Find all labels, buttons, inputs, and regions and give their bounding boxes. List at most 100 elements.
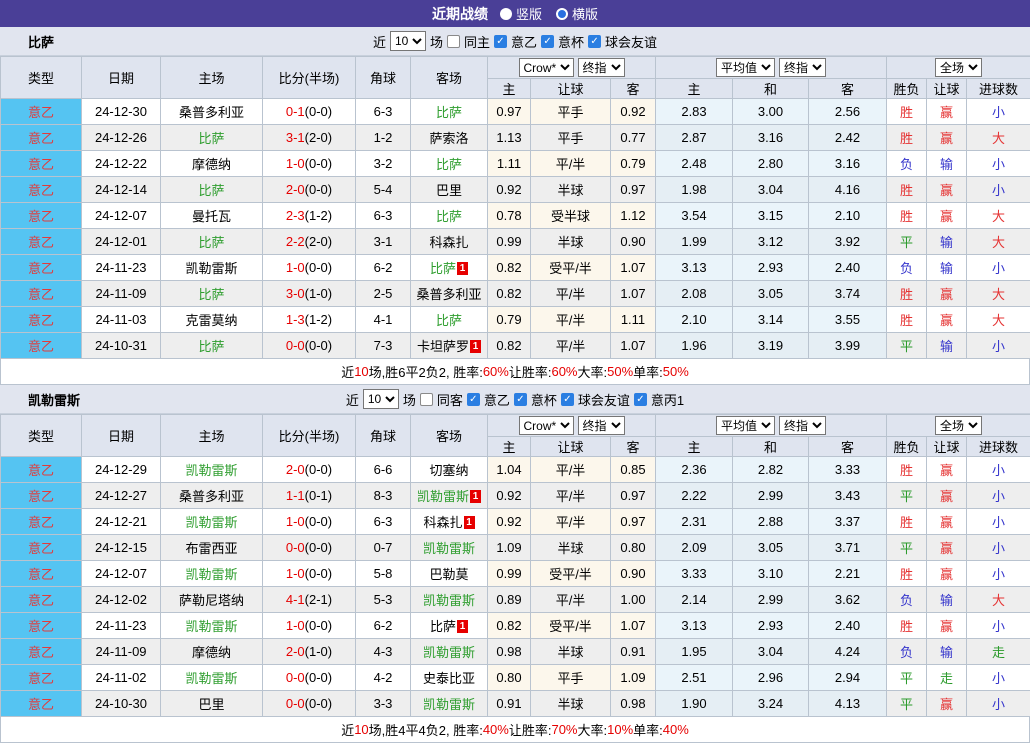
result-goals-cell: 小 (967, 255, 1030, 281)
league-type-cell: 意乙 (1, 457, 82, 483)
score-cell: 2-2(2-0) (263, 229, 356, 255)
away-team-cell: 巴勒莫 (411, 561, 488, 587)
away-team-cell: 科森扎 (411, 229, 488, 255)
avg-draw-odds-cell: 3.05 (733, 535, 809, 561)
matches-count-select[interactable]: 10 (390, 31, 426, 51)
summary-segment: 让胜率: (509, 362, 552, 381)
recent-matches-table: 类型日期主场比分(半场)角球客场Crow*终指平均值终指全场主让球客主和客胜负让… (0, 414, 1030, 717)
odds-time-select[interactable]: 终指 (578, 416, 625, 435)
avg-home-odds-cell: 3.54 (656, 203, 733, 229)
league-type-cell: 意乙 (1, 535, 82, 561)
result-wdl-cell: 负 (887, 255, 927, 281)
away-team-cell: 比萨1 (411, 613, 488, 639)
league-checkbox-2[interactable]: ✓ (561, 393, 574, 406)
scope-select[interactable]: 全场 (935, 416, 982, 435)
home-team-name: 克雷莫纳 (185, 313, 237, 328)
odds-selects-header: Crow*终指 (488, 415, 656, 437)
avg-away-odds-cell: 2.10 (809, 203, 887, 229)
same-venue-checkbox[interactable] (420, 393, 433, 406)
corner-cell: 4-3 (356, 639, 411, 665)
handicap-home-odds-cell: 0.78 (488, 203, 531, 229)
match-row: 意乙24-11-23凯勒雷斯1-0(0-0)6-2比萨10.82受平/半1.07… (1, 613, 1030, 639)
result-wdl-cell: 胜 (887, 457, 927, 483)
avg-home-odds-cell: 3.13 (656, 255, 733, 281)
sub-header-0: 主 (488, 437, 531, 457)
away-team-name: 切塞纳 (429, 463, 468, 478)
avg-source-select[interactable]: 平均值 (716, 416, 775, 435)
handicap-line-cell: 受平/半 (531, 561, 611, 587)
score-cell: 3-1(2-0) (263, 125, 356, 151)
sub-header-3: 主 (656, 437, 733, 457)
away-team-name: 巴里 (436, 183, 462, 198)
bookmaker-select[interactable]: Crow* (519, 416, 574, 435)
avg-away-odds-cell: 3.74 (809, 281, 887, 307)
score-cell: 0-0(0-0) (263, 691, 356, 717)
bookmaker-select[interactable]: Crow* (519, 58, 574, 77)
result-wdl-cell: 胜 (887, 203, 927, 229)
halftime-score: (0-0) (305, 696, 332, 711)
avg-draw-odds-cell: 3.12 (733, 229, 809, 255)
result-goals-cell: 小 (967, 509, 1030, 535)
league-checkbox-1[interactable]: ✓ (514, 393, 527, 406)
fulltime-score: 1-0 (286, 618, 305, 633)
summary-stats: 近10场,胜6平2负2, 胜率:60% 让胜率:60% 大率:50% 单率:50… (0, 359, 1030, 385)
odds-time-select[interactable]: 终指 (578, 58, 625, 77)
radio-horizontal-layout[interactable]: 横版 (556, 4, 598, 23)
league-checkbox-0[interactable]: ✓ (467, 393, 480, 406)
avg-selects-header: 平均值终指 (656, 57, 887, 79)
handicap-away-odds-cell: 1.00 (611, 587, 656, 613)
handicap-home-odds-cell: 0.99 (488, 229, 531, 255)
result-handicap-cell: 输 (927, 229, 967, 255)
sub-header-5: 客 (809, 437, 887, 457)
handicap-away-odds-cell: 0.97 (611, 483, 656, 509)
filter-controls: 近10场同主✓意乙✓意杯✓球会友谊 (373, 31, 657, 51)
score-cell: 2-0(1-0) (263, 639, 356, 665)
home-team-cell: 摩德纳 (161, 151, 263, 177)
matches-count-select[interactable]: 10 (363, 389, 399, 409)
handicap-away-odds-cell: 0.77 (611, 125, 656, 151)
handicap-home-odds-cell: 0.98 (488, 639, 531, 665)
home-team-cell: 凯勒雷斯 (161, 665, 263, 691)
score-cell: 4-1(2-1) (263, 587, 356, 613)
halftime-score: (0-1) (305, 488, 332, 503)
same-venue-checkbox[interactable] (447, 35, 460, 48)
league-checkbox-3[interactable]: ✓ (634, 393, 647, 406)
handicap-away-odds-cell: 1.07 (611, 333, 656, 359)
halftime-score: (0-0) (305, 514, 332, 529)
result-goals-cell: 小 (967, 665, 1030, 691)
handicap-away-odds-cell: 0.97 (611, 177, 656, 203)
radio-vertical-layout[interactable]: 竖版 (500, 4, 542, 23)
away-team-name: 比萨 (430, 619, 456, 634)
corner-cell: 6-3 (356, 99, 411, 125)
handicap-home-odds-cell: 1.11 (488, 151, 531, 177)
avg-away-odds-cell: 2.21 (809, 561, 887, 587)
league-checkbox-2[interactable]: ✓ (588, 35, 601, 48)
fulltime-score: 1-0 (286, 514, 305, 529)
avg-source-select[interactable]: 平均值 (716, 58, 775, 77)
scope-select[interactable]: 全场 (935, 58, 982, 77)
avg-draw-odds-cell: 3.24 (733, 691, 809, 717)
sub-header-2: 客 (611, 437, 656, 457)
handicap-line-cell: 受平/半 (531, 613, 611, 639)
away-team-name: 凯勒雷斯 (423, 593, 475, 608)
away-team-cell: 萨索洛 (411, 125, 488, 151)
halftime-score: (2-0) (305, 234, 332, 249)
away-team-cell: 巴里 (411, 177, 488, 203)
sub-header-7: 让球 (927, 437, 967, 457)
sub-header-8: 进球数 (967, 79, 1030, 99)
away-team-name: 巴勒莫 (429, 567, 468, 582)
match-row: 意乙24-11-23凯勒雷斯1-0(0-0)6-2比萨10.82受平/半1.07… (1, 255, 1030, 281)
halftime-score: (0-0) (305, 618, 332, 633)
halftime-score: (1-2) (305, 208, 332, 223)
league-checkbox-1[interactable]: ✓ (541, 35, 554, 48)
same-venue-label: 同主 (464, 32, 490, 51)
result-wdl-cell: 负 (887, 639, 927, 665)
league-type-cell: 意乙 (1, 203, 82, 229)
corner-cell: 4-2 (356, 665, 411, 691)
avg-home-odds-cell: 2.31 (656, 509, 733, 535)
avg-away-odds-cell: 3.16 (809, 151, 887, 177)
avg-time-select[interactable]: 终指 (779, 58, 826, 77)
league-checkbox-0[interactable]: ✓ (494, 35, 507, 48)
result-handicap-cell: 输 (927, 151, 967, 177)
avg-time-select[interactable]: 终指 (779, 416, 826, 435)
